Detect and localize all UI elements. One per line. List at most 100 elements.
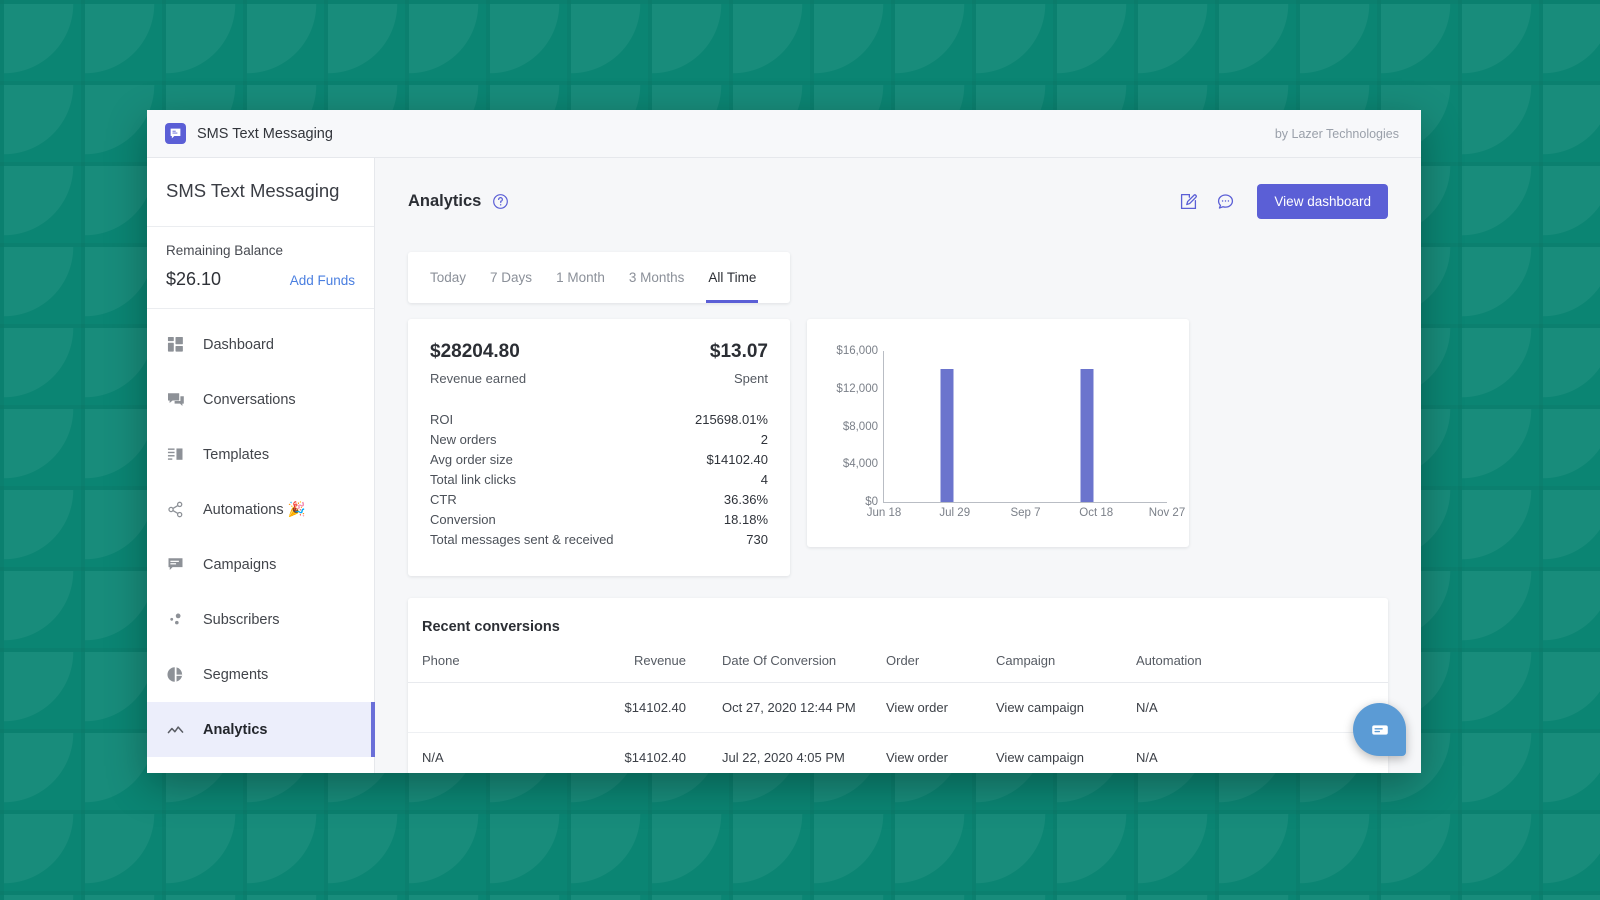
- chat-dots-icon[interactable]: [1216, 192, 1235, 211]
- revenue-bar-chart: $0 $4,000 $8,000 $12,000 $16,000 Jun 18 Jul 29…: [807, 319, 1189, 547]
- metric-row: Avg order size $14102.40: [430, 450, 768, 470]
- chat-launcher-button[interactable]: [1353, 703, 1406, 756]
- sidebar: SMS Text Messaging Remaining Balance $26…: [147, 158, 375, 773]
- top-bar: SMS Text Messaging by Lazer Technologies: [147, 110, 1421, 158]
- x-axis-tick-label: Oct 18: [1079, 507, 1114, 519]
- metric-label: New orders: [430, 432, 497, 447]
- page-title-wrap: Analytics: [408, 192, 509, 211]
- metric-value: 215698.01%: [694, 412, 768, 427]
- metric-value: 36.36%: [723, 492, 768, 507]
- metric-label: CTR: [430, 492, 457, 507]
- tab-7-days[interactable]: 7 Days: [478, 252, 544, 303]
- table-row: N/A $14102.40 Jul 22, 2020 4:05 PM View ord…: [408, 732, 1388, 773]
- metric-label: Total messages sent & received: [430, 532, 614, 547]
- spent-value: $13.07: [709, 341, 768, 362]
- metric-row: New orders 2: [430, 430, 768, 450]
- revenue-value: $28204.80: [430, 341, 520, 362]
- column-header-campaign: Campaign: [996, 635, 1136, 683]
- chat-bubbles-icon: [166, 390, 185, 409]
- cell-campaign[interactable]: View campaign: [996, 732, 1136, 773]
- table-body: $14102.40 Oct 27, 2020 12:44 PM View order…: [408, 682, 1388, 773]
- metrics-list: ROI 215698.01% New orders 2 Avg order size $1…: [430, 410, 768, 550]
- chart-bar: [940, 368, 954, 502]
- metric-value: 18.18%: [723, 512, 768, 527]
- sidebar-item-label: Automations 🎉: [203, 502, 306, 518]
- sidebar-item-dashboard[interactable]: Dashboard: [147, 317, 374, 372]
- sidebar-brand: SMS Text Messaging: [147, 158, 374, 227]
- sidebar-item-label: Segments: [203, 666, 269, 683]
- tab-all-time[interactable]: All Time: [696, 252, 768, 303]
- app-window: SMS Text Messaging by Lazer Technologies…: [147, 110, 1421, 773]
- sidebar-item-analytics[interactable]: Analytics: [147, 702, 375, 757]
- top-bar-left: SMS Text Messaging: [165, 123, 333, 144]
- metric-label: Total link clicks: [430, 472, 516, 487]
- y-axis-tick-label: $16,000: [836, 345, 878, 357]
- balance-block: Remaining Balance $26.10 Add Funds: [147, 227, 374, 309]
- sidebar-item-label: Analytics: [203, 721, 268, 738]
- edit-square-icon[interactable]: [1179, 192, 1198, 211]
- window-body: SMS Text Messaging Remaining Balance $26…: [147, 158, 1421, 773]
- sidebar-item-templates[interactable]: Templates: [147, 427, 374, 482]
- question-circle-icon[interactable]: [492, 193, 509, 210]
- metric-value: 730: [746, 532, 768, 547]
- add-funds-link[interactable]: Add Funds: [290, 273, 355, 288]
- chart-plot-area: $0 $4,000 $8,000 $12,000 $16,000 Jun 18 Jul 29…: [836, 345, 1185, 519]
- y-axis-tick-label: $4,000: [842, 458, 878, 471]
- main-content: Analytics View dashboard Today 7 Days 1 …: [375, 158, 1421, 773]
- cards-row: $28204.80 Revenue earned $13.07 Spent RO…: [408, 319, 1421, 576]
- metric-value: 4: [760, 472, 768, 487]
- metric-value: 2: [760, 432, 768, 447]
- metric-label: Avg order size: [430, 452, 513, 467]
- sidebar-item-label: Campaigns: [203, 556, 277, 573]
- app-title: SMS Text Messaging: [197, 125, 333, 142]
- sidebar-item-segments[interactable]: Segments: [147, 647, 374, 702]
- speech-bubble-logo-icon: [165, 123, 186, 144]
- metric-row: CTR 36.36%: [430, 490, 768, 510]
- stats-top: $28204.80 Revenue earned $13.07 Spent: [430, 341, 768, 386]
- main-header: Analytics View dashboard: [375, 158, 1421, 219]
- sidebar-nav: Dashboard Conversations Templates Automatio…: [147, 309, 375, 773]
- recent-conversions-title: Recent conversions: [422, 619, 560, 635]
- sidebar-item-label: Subscribers: [203, 611, 280, 628]
- sidebar-item-campaigns[interactable]: Campaigns: [147, 537, 374, 592]
- column-header-date-of-conversion: Date Of Conversion: [686, 635, 886, 683]
- cell-revenue: $14102.40: [558, 682, 686, 733]
- metric-row: Total link clicks 4: [430, 470, 768, 490]
- metric-value: $14102.40: [706, 452, 768, 467]
- metric-row: Total messages sent & received 730: [430, 530, 768, 550]
- column-header-order: Order: [886, 635, 996, 683]
- sidebar-item-automations[interactable]: Automations 🎉: [147, 482, 374, 537]
- cell-automation: N/A: [1136, 732, 1388, 773]
- revenue-block: $28204.80 Revenue earned: [430, 341, 526, 386]
- cell-revenue: $14102.40: [558, 732, 686, 773]
- line-chart-icon: [166, 720, 185, 739]
- revenue-label: Revenue earned: [430, 371, 527, 386]
- recent-conversions-card: Recent conversions Phone Revenue Date Of C…: [408, 598, 1388, 773]
- sidebar-item-conversations[interactable]: Conversations: [147, 372, 374, 427]
- stats-card: $28204.80 Revenue earned $13.07 Spent RO…: [408, 319, 790, 576]
- balance-row: $26.10 Add Funds: [166, 269, 355, 290]
- cell-phone: N/A: [408, 732, 558, 773]
- pie-chart-icon: [166, 665, 185, 684]
- sidebar-item-label: Templates: [203, 446, 270, 463]
- metric-label: ROI: [430, 412, 454, 427]
- y-axis-tick-label: $12,000: [836, 382, 878, 395]
- cell-phone: [408, 682, 558, 733]
- cell-campaign[interactable]: View campaign: [996, 682, 1136, 733]
- cell-order[interactable]: View order: [886, 732, 996, 773]
- sidebar-item-label: Conversations: [203, 391, 296, 408]
- balance-amount: $26.10: [166, 269, 222, 289]
- cell-date: Jul 22, 2020 4:05 PM: [686, 732, 886, 773]
- sidebar-item-label: Dashboard: [203, 336, 274, 353]
- tab-today[interactable]: Today: [418, 252, 478, 303]
- y-axis-tick-label: $8,000: [842, 420, 878, 433]
- cell-order[interactable]: View order: [886, 682, 996, 733]
- tab-1-month[interactable]: 1 Month: [544, 252, 617, 303]
- view-dashboard-button[interactable]: View dashboard: [1257, 184, 1388, 219]
- tab-3-months[interactable]: 3 Months: [617, 252, 697, 303]
- message-square-icon: [166, 555, 185, 574]
- sidebar-item-subscribers[interactable]: Subscribers: [147, 592, 374, 647]
- byline: by Lazer Technologies: [1274, 126, 1399, 141]
- time-range-tabs: Today 7 Days 1 Month 3 Months All Time: [408, 252, 790, 303]
- spent-block: $13.07 Spent: [710, 341, 768, 386]
